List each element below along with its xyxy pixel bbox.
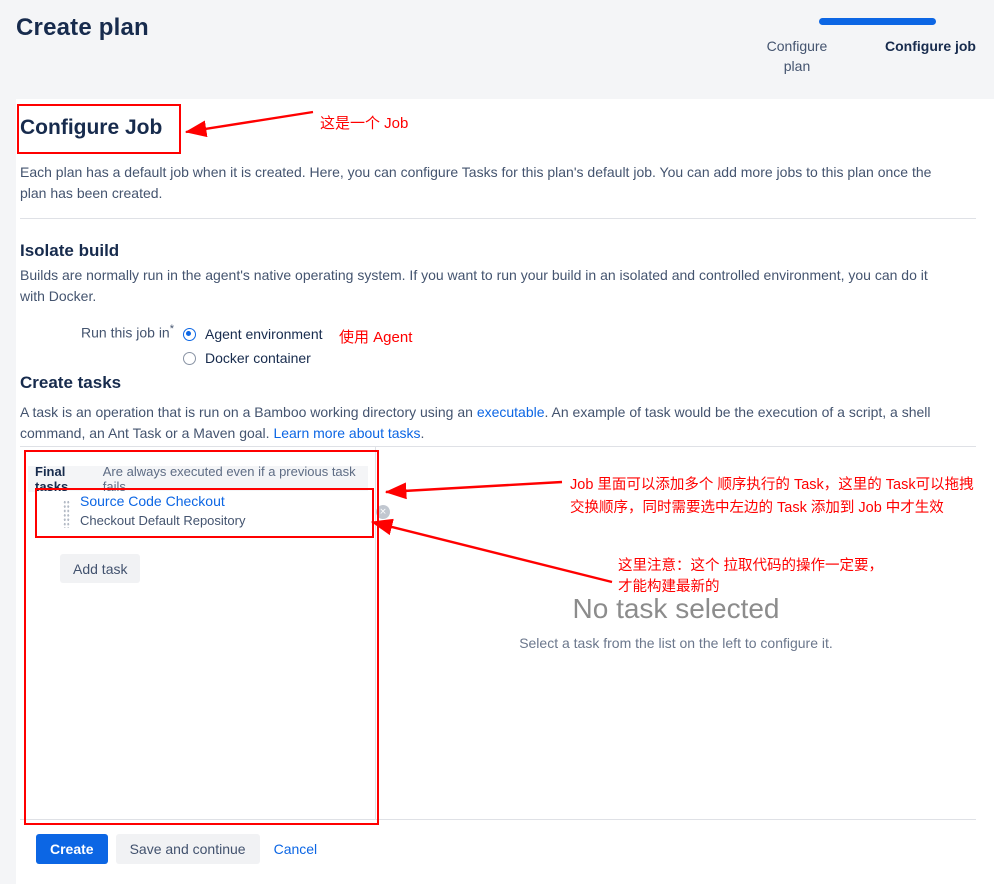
no-task-selected-title: No task selected — [572, 593, 780, 624]
configure-job-heading: Configure Job — [20, 116, 163, 139]
task-list-items: Source Code Checkout Checkout Default Re… — [20, 446, 390, 818]
wizard-progress: Configure plan Configure job — [761, 14, 976, 84]
radio-agent-environment-icon[interactable] — [183, 327, 196, 341]
task-list-item-source-code-checkout[interactable]: Source Code Checkout Checkout Default Re… — [36, 491, 390, 538]
task-item-title[interactable]: Source Code Checkout — [80, 493, 225, 509]
run-this-job-in-label-text: Run this job in — [81, 324, 170, 341]
task-detail-pane: No task selected Select a task from the … — [376, 447, 976, 819]
isolate-build-description: Builds are normally run in the agent's n… — [20, 267, 928, 304]
wizard-steps: Configure plan Configure job — [761, 36, 976, 76]
learn-more-about-tasks-link[interactable]: Learn more about tasks — [273, 425, 420, 441]
radio-docker-container-label: Docker container — [205, 350, 311, 366]
create-tasks-description-part1: A task is an operation that is run on a … — [20, 404, 477, 420]
radio-option-docker-container[interactable]: Docker container — [183, 347, 323, 369]
drag-handle-icon[interactable] — [63, 500, 70, 528]
required-marker: * — [169, 323, 174, 335]
isolate-build-heading: Isolate build — [20, 241, 120, 260]
wizard-step-configure-plan[interactable]: Configure plan — [761, 36, 833, 76]
create-tasks-heading: Create tasks — [20, 373, 122, 392]
radio-docker-container-icon[interactable] — [183, 351, 196, 365]
run-this-job-in-label: Run this job in* — [81, 323, 174, 341]
create-tasks-description-part3: . — [420, 425, 425, 441]
radio-option-agent-environment[interactable]: Agent environment — [183, 323, 323, 345]
wizard-progress-bar — [819, 18, 936, 25]
cancel-button[interactable]: Cancel — [274, 834, 318, 864]
add-task-button[interactable]: Add task — [60, 554, 141, 583]
no-task-selected-subtitle: Select a task from the list on the left … — [519, 635, 833, 651]
create-button[interactable]: Create — [36, 834, 108, 864]
configure-job-description: Each plan has a default job when it is c… — [20, 164, 932, 201]
radio-agent-environment-label: Agent environment — [205, 326, 323, 342]
save-and-continue-button[interactable]: Save and continue — [115, 834, 260, 864]
page-title: Create plan — [16, 14, 149, 41]
task-item-subtitle: Checkout Default Repository — [80, 513, 246, 528]
page-header: Create plan Configure plan Configure job — [0, 0, 994, 99]
remove-task-icon[interactable]: × — [376, 505, 390, 519]
wizard-step-configure-job[interactable]: Configure job — [876, 36, 976, 56]
section-divider — [20, 218, 976, 219]
form-actions: Create Save and continue Cancel — [36, 834, 317, 864]
environment-radio-group[interactable]: Agent environment Docker container — [183, 323, 323, 371]
create-tasks-description: A task is an operation that is run on a … — [20, 402, 968, 444]
executable-link[interactable]: executable — [477, 404, 545, 420]
